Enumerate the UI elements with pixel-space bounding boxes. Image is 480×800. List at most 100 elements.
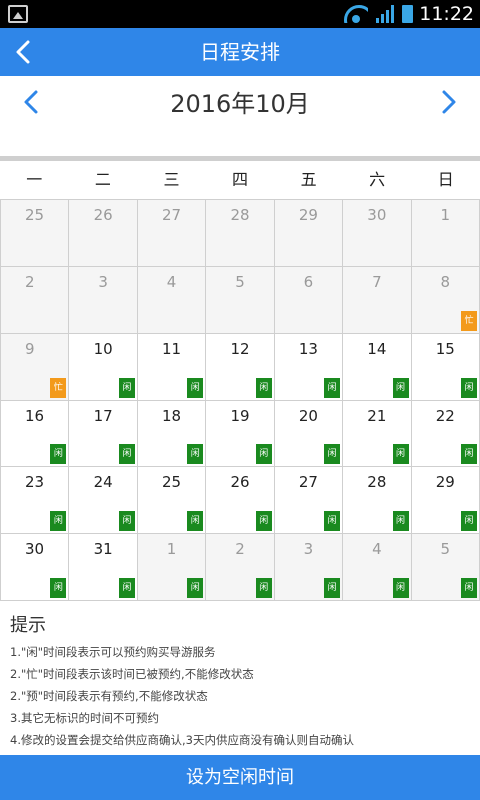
weekday-label: 二: [94, 170, 111, 189]
calendar-day-cell[interactable]: 25 闲: [137, 467, 207, 535]
calendar-day-cell[interactable]: 31 闲: [69, 534, 138, 601]
free-badge: 闲: [118, 578, 135, 598]
calendar-day-cell[interactable]: 17 闲: [69, 400, 138, 468]
calendar-day-cell[interactable]: 14 闲: [343, 333, 412, 401]
calendar-day-cell[interactable]: 23 闲: [1, 467, 70, 535]
free-badge: 闲: [50, 511, 67, 532]
calendar-day-cell[interactable]: 28 闲: [343, 467, 412, 535]
calendar-day-cell[interactable]: 6: [274, 266, 344, 334]
calendar-day-cell[interactable]: 1闲: [137, 534, 207, 601]
busy-badge: 忙: [461, 310, 477, 331]
calendar-day-cell[interactable]: 27: [137, 200, 207, 267]
tip-line: 2."预"时间段表示有预约,不能修改状态: [10, 689, 208, 703]
day-number: 27: [162, 206, 182, 224]
calendar-day-cell[interactable]: 2: [1, 266, 70, 334]
calendar-day-cell[interactable]: 16 闲: [1, 400, 70, 468]
day-number: 26: [93, 206, 113, 224]
wifi-icon: [344, 5, 369, 23]
day-number: 12: [230, 339, 250, 358]
calendar-day-cell[interactable]: 4: [137, 266, 207, 334]
day-number: 24: [93, 473, 113, 492]
free-badge: 闲: [118, 511, 135, 532]
tip-line: 3.其它无标识的时间不可预约: [10, 711, 159, 725]
weekday-header: 一二三四五六日: [0, 161, 480, 199]
calendar-day-cell[interactable]: 22 闲: [411, 400, 480, 468]
battery-icon: [402, 5, 414, 23]
calendar-day-cell[interactable]: 9忙: [1, 333, 70, 401]
calendar-day-cell[interactable]: 25: [1, 200, 70, 267]
free-badge: 闲: [255, 578, 272, 598]
calendar-day-cell[interactable]: 29 闲: [411, 467, 480, 535]
calendar-day-cell[interactable]: 8忙: [411, 266, 480, 334]
free-badge: 闲: [50, 578, 67, 598]
calendar-day-cell[interactable]: 1: [411, 200, 480, 267]
calendar-day-cell[interactable]: 3: [69, 266, 138, 334]
day-number: 5: [235, 272, 245, 291]
calendar-day-cell[interactable]: 30: [343, 200, 412, 267]
free-badge: 闲: [324, 511, 341, 532]
calendar-day-cell[interactable]: 5闲: [411, 534, 480, 601]
busy-badge: 忙: [50, 377, 67, 398]
calendar-grid: 25 26 27 28 29 30 1 2 3 4 5 6 7 8 忙 9 忙 10 闲 11 闲 12 闲 13 闲 14 闲 15…: [0, 199, 480, 601]
day-number: 20: [298, 406, 318, 425]
tip-line: 2."忙"时间段表示该时间已被预约,不能修改状态: [10, 667, 254, 681]
free-badge: 闲: [118, 377, 135, 398]
free-badge: 闲: [392, 578, 409, 598]
free-badge: 闲: [255, 444, 272, 465]
calendar-day-cell[interactable]: 4闲: [343, 534, 412, 601]
day-number: 30: [25, 540, 45, 559]
calendar-day-cell[interactable]: 7: [343, 266, 412, 334]
calendar-day-cell[interactable]: 15 闲: [411, 333, 480, 401]
day-number: 28: [367, 473, 387, 492]
day-number: 30: [367, 206, 387, 224]
calendar-day-cell[interactable]: 10 闲: [69, 333, 138, 401]
day-number: 21: [367, 406, 387, 425]
calendar-day-cell[interactable]: 20 闲: [274, 400, 344, 468]
calendar-day-cell[interactable]: 13 闲: [274, 333, 344, 401]
free-badge: 闲: [187, 511, 204, 532]
day-number: 10: [93, 339, 113, 358]
calendar-day-cell[interactable]: 5: [206, 266, 275, 334]
day-number: 16: [25, 406, 45, 425]
weekday-label: 三: [163, 170, 180, 189]
free-badge: 闲: [461, 444, 477, 465]
weekday-label: 六: [369, 170, 386, 189]
weekday-label: 五: [300, 170, 317, 189]
calendar-day-cell[interactable]: 26: [69, 200, 138, 267]
calendar-day-cell[interactable]: 29: [274, 200, 344, 267]
page-title: 日程安排: [200, 40, 280, 64]
calendar-day-cell[interactable]: 19 闲: [206, 400, 275, 468]
status-right: 11:22: [344, 0, 474, 28]
day-number: 15: [435, 339, 455, 358]
free-badge: 闲: [392, 377, 409, 398]
weekday-label: 日: [437, 170, 454, 189]
set-free-time-button[interactable]: 设为空闲时间: [0, 755, 480, 800]
next-month-button[interactable]: [438, 88, 460, 116]
calendar-day-cell[interactable]: 2闲: [206, 534, 275, 601]
calendar-day-cell[interactable]: 3闲: [274, 534, 344, 601]
calendar-day-cell[interactable]: 18 闲: [137, 400, 207, 468]
calendar-day-cell[interactable]: 12 闲: [206, 333, 275, 401]
calendar-day-cell[interactable]: 28: [206, 200, 275, 267]
day-number: 2: [25, 272, 35, 291]
day-number: 23: [25, 473, 45, 492]
calendar-day-cell[interactable]: 30 闲: [1, 534, 70, 601]
calendar-day-cell[interactable]: 24 闲: [69, 467, 138, 535]
day-number: 22: [435, 406, 455, 425]
free-badge: 闲: [255, 377, 272, 398]
tip-line: 1."闲"时间段表示可以预约购买导游服务: [10, 645, 216, 659]
calendar-day-cell[interactable]: 11 闲: [137, 333, 207, 401]
day-number: 4: [166, 272, 177, 291]
free-badge: 闲: [118, 444, 135, 465]
day-number: 17: [93, 406, 113, 425]
free-badge: 闲: [392, 511, 409, 532]
calendar-day-cell[interactable]: 27 闲: [274, 467, 344, 535]
free-badge: 闲: [461, 377, 477, 398]
tips-panel: 提示 1."闲"时间段表示可以预约购买导游服务 2."忙"时间段表示该时间已被预…: [0, 601, 480, 754]
day-number: 3: [303, 540, 314, 559]
free-badge: 闲: [392, 444, 409, 465]
calendar-day-cell[interactable]: 26 闲: [206, 467, 275, 535]
calendar-day-cell[interactable]: 21 闲: [343, 400, 412, 468]
day-number: 2: [235, 540, 245, 559]
tip-line: 4.修改的设置会提交给供应商确认,3天内供应商没有确认则自动确认: [10, 733, 354, 747]
